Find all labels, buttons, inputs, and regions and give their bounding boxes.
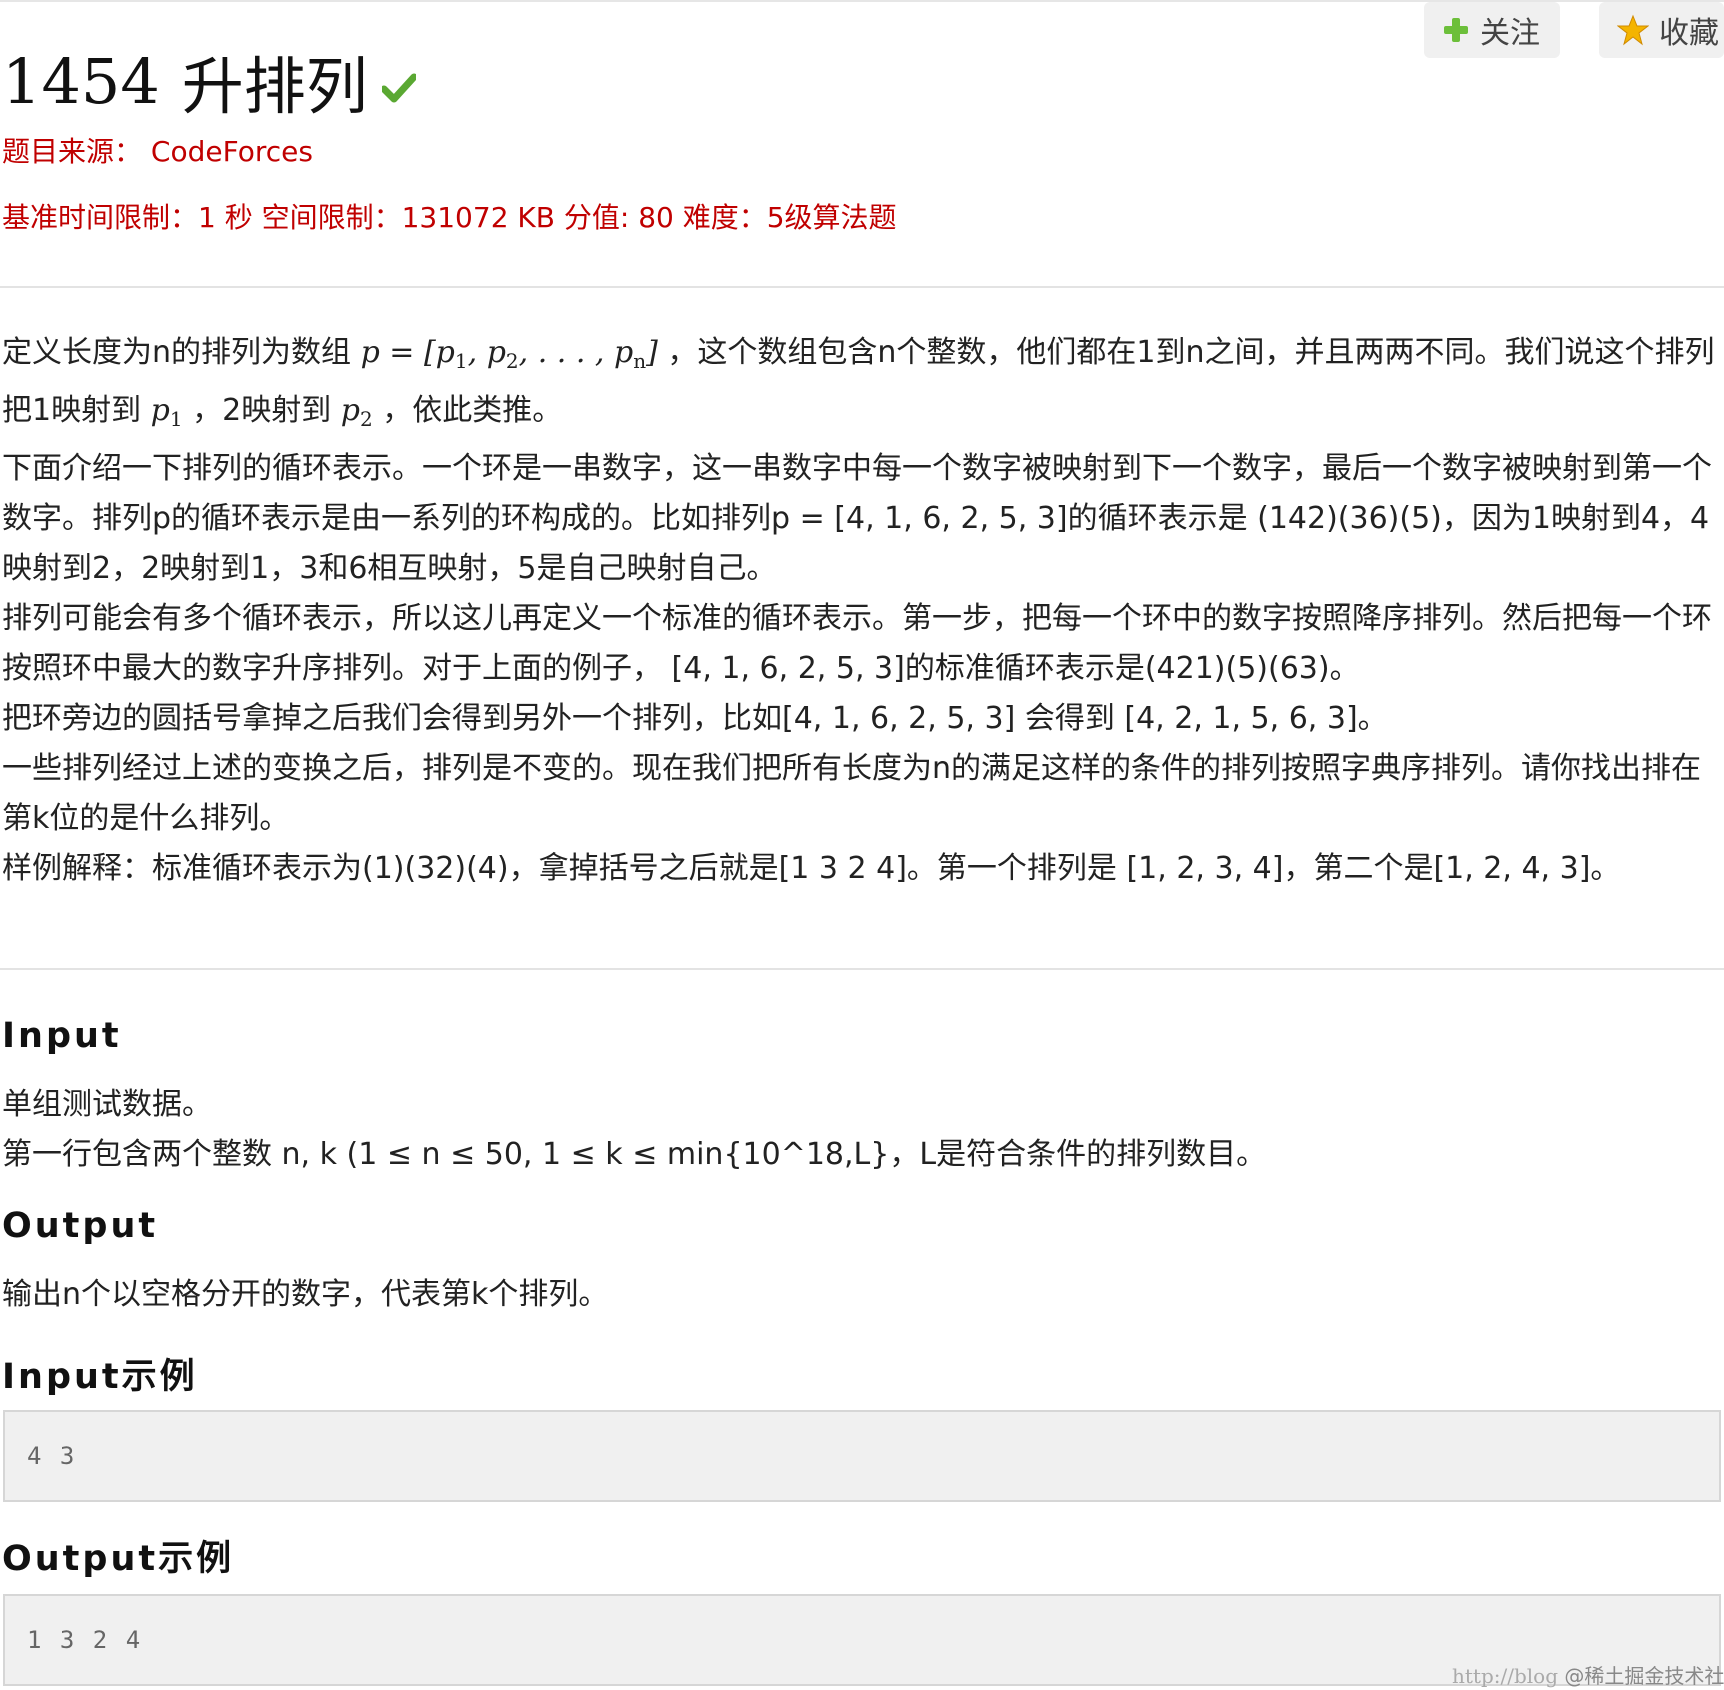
divider — [0, 286, 1724, 288]
input-heading: Input — [2, 1016, 122, 1056]
follow-label: 关注 — [1480, 16, 1540, 51]
output-heading: Output — [2, 1206, 159, 1246]
input-example-box: 4 3 — [3, 1410, 1721, 1502]
desc-paragraph: 定义长度为n的排列为数组 p = [p1, p2, . . . , pn] ，这… — [2, 335, 1715, 431]
problem-limits: 基准时间限制：1 秒 空间限制：131072 KB 分值: 80 难度：5级算法… — [2, 201, 897, 234]
math-array-p: p = [p1, p2, . . . , pn] — [360, 335, 658, 373]
desc-paragraph: 一些排列经过上述的变换之后，排列是不变的。现在我们把所有长度为n的满足这样的条件… — [2, 751, 1702, 836]
page-title: 1454 升排列 — [2, 36, 416, 126]
source-link[interactable]: CodeForces — [151, 135, 313, 168]
watermark: http://blog @稀土掘金技术社区 — [1452, 1664, 1724, 1688]
output-example-heading: Output示例 — [2, 1539, 235, 1579]
follow-button[interactable]: 关注 — [1424, 2, 1560, 58]
input-description: 单组测试数据。 第一行包含两个整数 n, k (1 ≤ n ≤ 50, 1 ≤ … — [2, 1087, 1267, 1172]
problem-source: 题目来源： CodeForces — [2, 130, 313, 170]
desc-paragraph: 下面介绍一下排列的循环表示。一个环是一串数字，这一串数字中每一个数字被映射到下一… — [2, 451, 1712, 586]
input-example-heading: Input示例 — [2, 1357, 198, 1397]
favorite-label: 收藏 — [1659, 16, 1719, 51]
desc-paragraph: 把环旁边的圆括号拿掉之后我们会得到另外一个排列，比如[4, 1, 6, 2, 5… — [2, 701, 1388, 736]
problem-title: 升排列 — [181, 50, 368, 123]
divider — [0, 968, 1724, 970]
desc-paragraph: 样例解释：标准循环表示为(1)(32)(4)，拿掉括号之后就是[1 3 2 4]… — [2, 851, 1621, 886]
math-p2: p2 — [340, 393, 373, 431]
favorite-button[interactable]: 收藏 — [1599, 2, 1724, 58]
problem-number: 1454 — [2, 44, 160, 118]
plus-icon — [1444, 18, 1468, 42]
check-icon — [381, 73, 416, 103]
output-description: 输出n个以空格分开的数字，代表第k个排列。 — [2, 1277, 609, 1312]
star-icon — [1617, 14, 1649, 46]
source-label: 题目来源： — [2, 135, 143, 168]
desc-paragraph: 排列可能会有多个循环表示，所以这儿再定义一个标准的循环表示。第一步，把每一个环中… — [2, 601, 1712, 686]
problem-description: 定义长度为n的排列为数组 p = [p1, p2, . . . , pn] ，这… — [2, 328, 1722, 894]
math-p1: p1 — [150, 393, 183, 431]
